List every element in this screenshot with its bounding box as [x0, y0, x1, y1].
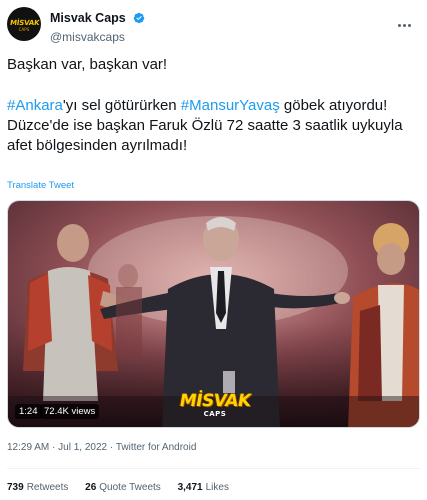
avatar[interactable]: MİSVAK CAPS: [7, 7, 41, 41]
tweet-text-segment: 'yı sel götürürken: [62, 97, 181, 114]
retweets-count: 739: [7, 482, 24, 493]
quote-tweets-stat[interactable]: 26 Quote Tweets: [85, 482, 161, 493]
video-views-badge: 72.4K views: [40, 404, 100, 419]
watermark-text: MİSVAK: [177, 391, 253, 411]
author-handle[interactable]: @misvakcaps: [50, 30, 145, 44]
tweet-text-line3: Düzce'de ise başkan Faruk Özlü 72 saatte…: [7, 117, 403, 154]
verified-badge-icon: [133, 12, 145, 24]
avatar-logo-sub: CAPS: [18, 27, 30, 32]
hashtag-ankara[interactable]: #Ankara: [7, 97, 63, 114]
tweet-meta: 12:29 AM · Jul 1, 2022 · Twitter for And…: [7, 442, 196, 453]
video-duration-badge: 1:24: [15, 404, 42, 419]
tweet-card: MİSVAK CAPS Misvak Caps @misvakcaps Başk…: [0, 0, 427, 500]
tweet-header: MİSVAK CAPS Misvak Caps @misvakcaps: [7, 7, 420, 44]
tweet-time[interactable]: 12:29 AM: [7, 442, 49, 453]
tweet-stats: 739 Retweets 26 Quote Tweets 3,471 Likes: [7, 482, 243, 493]
tweet-source[interactable]: Twitter for Android: [116, 442, 197, 453]
avatar-logo-text: MİSVAK: [9, 19, 40, 27]
translate-tweet-link[interactable]: Translate Tweet: [7, 180, 74, 191]
tweet-date[interactable]: Jul 1, 2022: [58, 442, 107, 453]
likes-label: Likes: [205, 482, 229, 493]
video-watermark: MİSVAK CAPS: [175, 391, 255, 421]
quote-tweets-label: Quote Tweets: [99, 482, 161, 493]
author-names: Misvak Caps @misvakcaps: [50, 9, 145, 44]
quote-tweets-count: 26: [85, 482, 97, 493]
meta-separator: ·: [49, 442, 59, 453]
tweet-text-segment: göbek atıyordu!: [279, 97, 388, 114]
hashtag-mansuryavas[interactable]: #MansurYavaş: [181, 97, 280, 114]
meta-separator: ·: [107, 442, 116, 453]
tweet-text-body: #Ankara'yı sel götürürken #MansurYavaş g…: [7, 96, 420, 156]
more-options-icon[interactable]: [398, 14, 414, 27]
divider: [7, 468, 420, 469]
likes-stat[interactable]: 3,471 Likes: [178, 482, 229, 493]
retweets-label: Retweets: [26, 482, 69, 493]
author-display-name[interactable]: Misvak Caps: [50, 11, 126, 25]
video-player[interactable]: 1:24 72.4K views MİSVAK CAPS: [7, 200, 420, 428]
retweets-stat[interactable]: 739 Retweets: [7, 482, 68, 493]
watermark-subtext: CAPS: [203, 410, 227, 418]
likes-count: 3,471: [177, 482, 203, 493]
tweet-text-line1: Başkan var, başkan var!: [7, 56, 168, 73]
